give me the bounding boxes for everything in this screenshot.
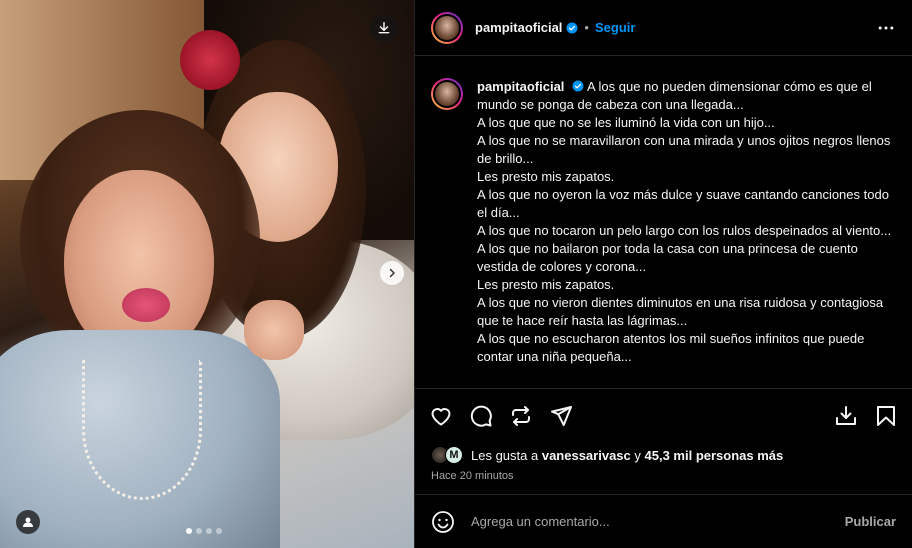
carousel-dot: [206, 528, 212, 534]
caption-line: A los que no tocaron un pelo largo con l…: [477, 223, 892, 238]
heart-icon: [431, 407, 451, 425]
liker-avatars: M: [431, 446, 463, 464]
post-image[interactable]: [0, 0, 414, 548]
send-icon: [551, 405, 572, 426]
post-comment-button[interactable]: Publicar: [845, 514, 896, 529]
share-button[interactable]: [549, 404, 573, 428]
comment-input[interactable]: Agrega un comentario...: [471, 514, 845, 529]
caption-line: A los que que no se les iluminó la vida …: [477, 115, 775, 130]
emoji-icon[interactable]: [431, 510, 455, 534]
comment-button[interactable]: [469, 404, 493, 428]
download-icon: [836, 405, 856, 425]
caption-avatar[interactable]: [431, 78, 463, 110]
caption-line: Les presto mis zapatos.: [477, 169, 615, 184]
tagged-users-button[interactable]: [16, 510, 40, 534]
post-timestamp[interactable]: Hace 20 minutos: [415, 468, 912, 494]
likes-connector: y: [634, 447, 641, 463]
chevron-right-icon: [389, 268, 395, 278]
action-bar: [415, 388, 912, 442]
repost-icon: [512, 405, 530, 426]
more-horizontal-icon[interactable]: [876, 18, 896, 38]
post-sidebar: pampitaoficial • Seguir pampitaoficial A…: [414, 0, 912, 548]
separator-dot: •: [584, 20, 589, 35]
post-modal: pampitaoficial • Seguir pampitaoficial A…: [0, 0, 912, 548]
caption-text: pampitaoficial A los que no pueden dimen…: [477, 78, 896, 380]
follow-button[interactable]: Seguir: [595, 20, 635, 35]
download-post-button[interactable]: [834, 404, 858, 428]
caption-line: A los que no se maravillaron con una mir…: [477, 133, 891, 166]
next-media-button[interactable]: [380, 261, 404, 285]
carousel-dot: [216, 528, 222, 534]
avatar: M: [445, 446, 463, 464]
likes-others-link[interactable]: 45,3 mil personas más: [645, 448, 784, 463]
caption-line: A los que no oyeron la voz más dulce y s…: [477, 187, 889, 220]
carousel-indicator: [186, 528, 222, 534]
carousel-dot: [186, 528, 192, 534]
bookmark-icon: [877, 405, 895, 426]
carousel-dot: [196, 528, 202, 534]
verified-badge-icon: [572, 80, 584, 92]
comment-composer: Agrega un comentario... Publicar: [415, 494, 912, 548]
download-icon: [378, 22, 390, 34]
verified-badge-icon: [566, 22, 578, 33]
repost-button[interactable]: [509, 404, 533, 428]
liker-username[interactable]: vanessarivasc: [542, 448, 631, 463]
post-caption: pampitaoficial A los que no pueden dimen…: [415, 56, 912, 380]
likes-summary: M Les gusta a vanessarivasc y 45,3 mil p…: [415, 442, 912, 468]
like-button[interactable]: [429, 404, 453, 428]
header-username[interactable]: pampitaoficial: [475, 20, 562, 35]
caption-username[interactable]: pampitaoficial: [477, 79, 564, 94]
caption-line: Les presto mis zapatos.: [477, 277, 615, 292]
caption-line: A los que no vieron dientes diminutos en…: [477, 295, 884, 328]
user-icon: [23, 517, 33, 527]
download-media-button[interactable]: [370, 14, 398, 42]
post-header: pampitaoficial • Seguir: [415, 0, 912, 56]
caption-line: A los que no escucharon atentos los mil …: [477, 331, 865, 364]
caption-line: A los que no bailaron por toda la casa c…: [477, 241, 858, 274]
save-button[interactable]: [874, 404, 898, 428]
likes-prefix: Les gusta a: [471, 447, 539, 463]
comment-icon: [470, 405, 492, 427]
avatar[interactable]: [431, 11, 463, 44]
